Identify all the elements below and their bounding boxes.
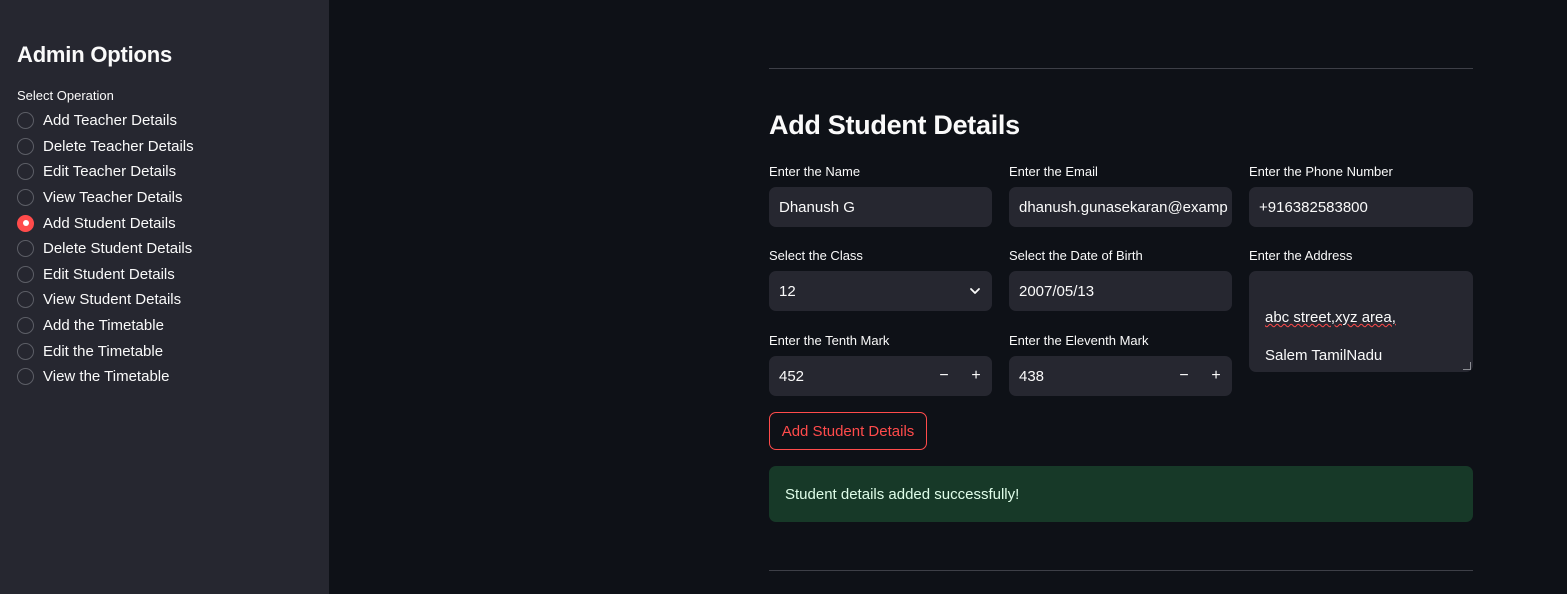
address-label: Enter the Address (1249, 248, 1353, 263)
eleventh-field-group: Enter the Eleventh Mark 438 − + (1009, 332, 1232, 396)
radio-unchecked-icon (17, 112, 34, 130)
address-line-2: Salem TamilNadu (1265, 347, 1383, 364)
eleventh-decrement-button[interactable]: − (1168, 356, 1200, 396)
address-field-group: Enter the Address abc street,xyz area, S… (1249, 247, 1473, 372)
eleventh-increment-button[interactable]: + (1200, 356, 1232, 396)
sidebar-title: Admin Options (17, 42, 173, 67)
email-value: dhanush.gunasekaran@examp (1019, 198, 1228, 216)
eleventh-value: 438 (1019, 367, 1045, 385)
email-field-group: Enter the Email dhanush.gunasekaran@exam… (1009, 163, 1232, 227)
address-line-1-text: abc street,xyz area, (1265, 309, 1396, 326)
radio-option-edit-teacher-details[interactable]: Edit Teacher Details (17, 159, 312, 185)
radio-option-label: Add the Timetable (43, 317, 164, 335)
dob-label: Select the Date of Birth (1009, 248, 1143, 263)
address-textarea[interactable]: abc street,xyz area, Salem TamilNadu (1249, 271, 1473, 372)
phone-label: Enter the Phone Number (1249, 164, 1393, 179)
eleventh-number-input[interactable]: 438 − + (1009, 356, 1232, 396)
dob-field-group: Select the Date of Birth 2007/05/13 (1009, 247, 1232, 311)
name-field-group: Enter the Name Dhanush G (769, 163, 992, 227)
name-value: Dhanush G (779, 198, 855, 216)
dob-input[interactable]: 2007/05/13 (1009, 271, 1232, 311)
tenth-value: 452 (779, 367, 805, 385)
resize-handle[interactable] (1463, 362, 1471, 370)
tenth-number-input[interactable]: 452 − + (769, 356, 992, 396)
name-input[interactable]: Dhanush G (769, 187, 992, 227)
class-label: Select the Class (769, 248, 863, 263)
class-select[interactable]: 12 (769, 271, 992, 311)
phone-input[interactable]: +916382583800 (1249, 187, 1473, 227)
tenth-increment-button[interactable]: + (960, 356, 992, 396)
success-message: Student details added successfully! (785, 485, 1020, 503)
name-label: Enter the Name (769, 164, 861, 179)
radio-unchecked-icon (17, 317, 34, 335)
radio-option-label: Edit the Timetable (43, 342, 164, 360)
sidebar: Admin Options Select Operation Add Teach… (0, 0, 329, 594)
radio-option-add-the-timetable[interactable]: Add the Timetable (17, 313, 312, 339)
phone-field-group: Enter the Phone Number +916382583800 (1249, 163, 1473, 227)
radio-unchecked-icon (17, 368, 34, 386)
radio-option-label: Delete Student Details (43, 240, 193, 258)
class-value: 12 (779, 282, 796, 300)
page-title: Add Student Details (769, 110, 1020, 140)
radio-unchecked-icon (17, 163, 34, 181)
radio-unchecked-icon (17, 342, 34, 360)
tenth-field-group: Enter the Tenth Mark 452 − + (769, 332, 992, 396)
radio-option-label: Edit Student Details (43, 265, 175, 283)
radio-option-label: Delete Teacher Details (43, 137, 194, 155)
radio-option-delete-student-details[interactable]: Delete Student Details (17, 236, 312, 262)
radio-option-label: Edit Teacher Details (43, 163, 177, 181)
operation-radio-group: Add Teacher Details Delete Teacher Detail… (17, 108, 312, 390)
chevron-down-icon (970, 288, 980, 294)
radio-unchecked-icon (17, 291, 34, 309)
radio-unchecked-icon (17, 189, 34, 207)
add-student-button[interactable]: Add Student Details (769, 412, 927, 450)
eleventh-stepper: − + (1168, 356, 1232, 396)
class-field-group: Select the Class 12 (769, 247, 992, 311)
success-alert: Student details added successfully! (769, 466, 1473, 522)
radio-option-add-student-details[interactable]: Add Student Details (17, 210, 312, 236)
address-line-1: abc street,xyz area, (1265, 308, 1457, 327)
operation-group-label: Select Operation (17, 88, 114, 103)
radio-option-view-student-details[interactable]: View Student Details (17, 287, 312, 313)
radio-unchecked-icon (17, 137, 34, 155)
radio-option-label: View Teacher Details (43, 189, 183, 207)
radio-option-view-the-timetable[interactable]: View the Timetable (17, 364, 312, 390)
radio-unchecked-icon (17, 240, 34, 258)
tenth-label: Enter the Tenth Mark (769, 333, 890, 348)
tenth-decrement-button[interactable]: − (928, 356, 960, 396)
radio-option-edit-student-details[interactable]: Edit Student Details (17, 262, 312, 288)
divider-bottom (769, 570, 1473, 571)
main-content: Add Student Details Enter the Name Dhanu… (769, 0, 1473, 594)
eleventh-label: Enter the Eleventh Mark (1009, 333, 1149, 348)
radio-option-edit-the-timetable[interactable]: Edit the Timetable (17, 338, 312, 364)
radio-option-label: View the Timetable (43, 368, 170, 386)
radio-option-label: Add Teacher Details (43, 112, 177, 130)
radio-option-add-teacher-details[interactable]: Add Teacher Details (17, 108, 312, 134)
radio-option-label: Add Student Details (43, 214, 176, 232)
radio-option-label: View Student Details (43, 291, 182, 309)
email-label: Enter the Email (1009, 164, 1098, 179)
dob-value: 2007/05/13 (1019, 282, 1095, 300)
radio-unchecked-icon (17, 265, 34, 283)
email-input[interactable]: dhanush.gunasekaran@examp (1009, 187, 1232, 227)
tenth-stepper: − + (928, 356, 992, 396)
phone-value: +916382583800 (1259, 198, 1368, 216)
radio-option-view-teacher-details[interactable]: View Teacher Details (17, 185, 312, 211)
radio-option-delete-teacher-details[interactable]: Delete Teacher Details (17, 134, 312, 160)
radio-checked-icon (17, 214, 34, 232)
divider-top (769, 68, 1473, 69)
